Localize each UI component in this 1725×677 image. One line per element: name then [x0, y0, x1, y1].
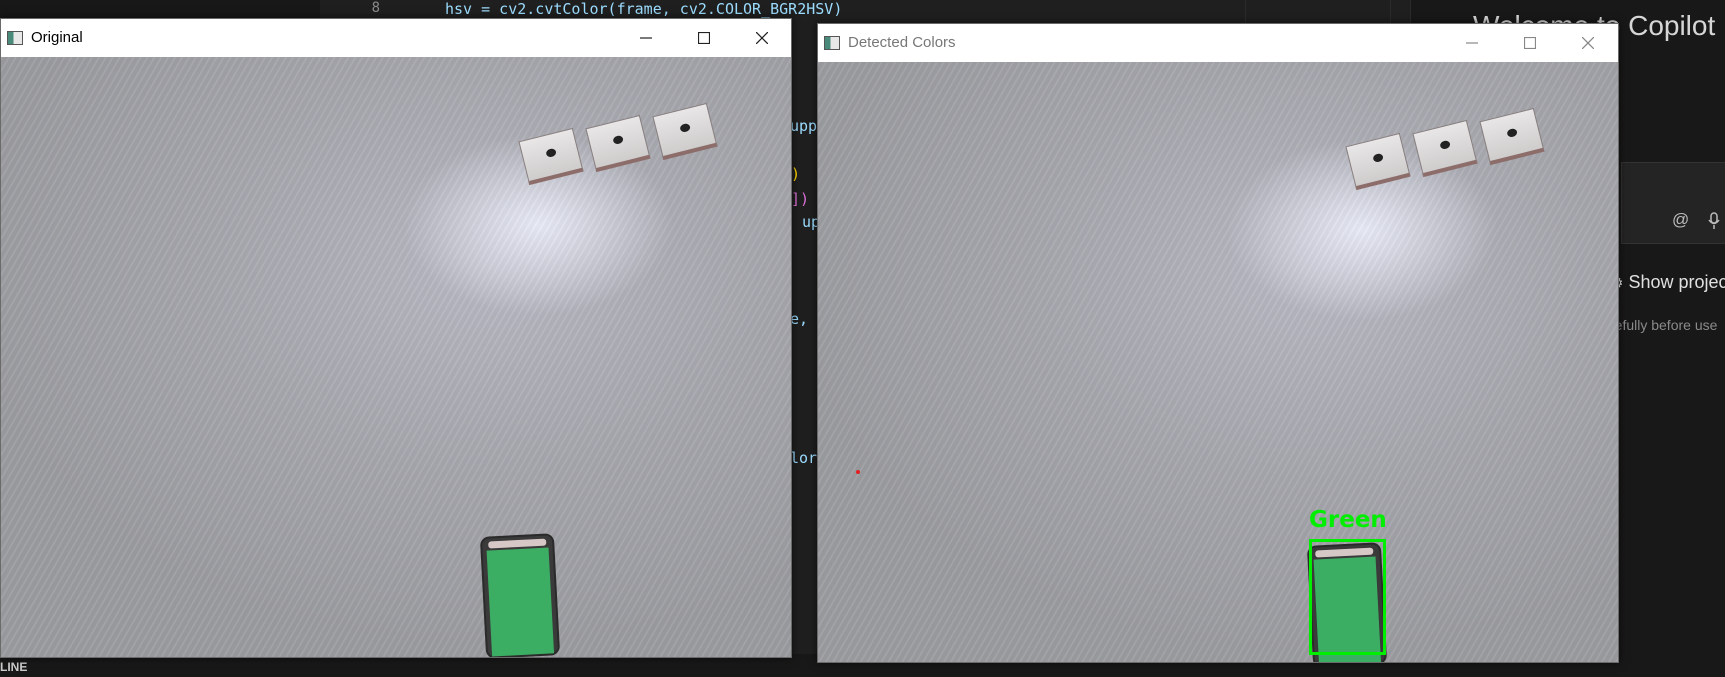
maximize-button[interactable]	[1501, 24, 1559, 62]
wall-socket	[1479, 107, 1545, 166]
maximize-button[interactable]	[675, 19, 733, 57]
close-button[interactable]	[1559, 24, 1617, 62]
wall-socket	[652, 102, 718, 161]
window-title: Detected Colors	[848, 34, 956, 51]
status-text: LINE	[0, 660, 28, 674]
red-dot	[856, 470, 860, 474]
microphone-icon[interactable]	[1708, 212, 1720, 235]
copilot-note: refully before use	[1610, 317, 1718, 333]
title-bar[interactable]: Original	[1, 19, 791, 57]
minimize-button[interactable]	[1443, 24, 1501, 62]
camera-feed	[1, 57, 791, 657]
close-icon	[756, 32, 768, 44]
maximize-icon	[1524, 37, 1536, 49]
minimize-icon	[640, 37, 652, 39]
at-mention-icon[interactable]: @	[1672, 210, 1689, 230]
detection-box	[1309, 539, 1386, 655]
code-fragment: upp	[790, 117, 818, 135]
window-title: Original	[31, 29, 83, 46]
wall-socket	[1345, 132, 1411, 191]
show-projects-button[interactable]: ⚙ Show projec	[1610, 272, 1725, 293]
code-fragment: ])	[791, 190, 810, 208]
detected-colors-window[interactable]: Detected Colors Green	[817, 23, 1619, 663]
line-number: 8	[371, 0, 380, 16]
camera-feed: Green	[818, 62, 1618, 662]
original-window[interactable]: Original	[0, 18, 792, 658]
phone	[479, 533, 561, 657]
maximize-icon	[698, 32, 710, 44]
close-icon	[1582, 37, 1594, 49]
app-icon	[824, 36, 840, 50]
app-icon	[7, 31, 23, 45]
wall-socket	[585, 114, 651, 173]
minimize-icon	[1466, 42, 1478, 44]
code-fragment: e,	[790, 310, 809, 328]
close-button[interactable]	[733, 19, 791, 57]
wall-socket	[518, 127, 584, 186]
show-projects-label: Show projec	[1628, 272, 1725, 292]
code-line[interactable]: hsv = cv2.cvtColor(frame, cv2.COLOR_BGR2…	[445, 0, 842, 18]
wall-socket	[1412, 119, 1478, 178]
detection-label: Green	[1309, 507, 1387, 533]
code-fragment: )	[791, 165, 801, 183]
minimize-button[interactable]	[617, 19, 675, 57]
title-bar[interactable]: Detected Colors	[818, 24, 1618, 62]
